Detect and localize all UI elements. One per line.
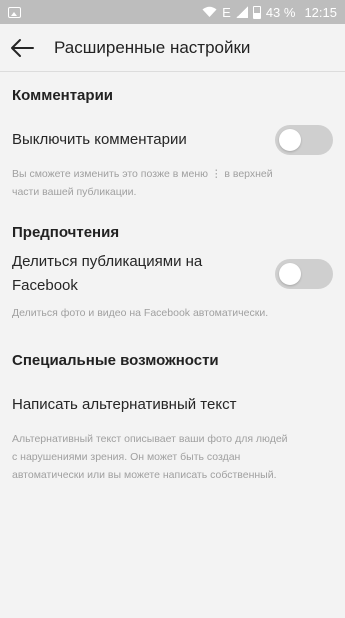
section-heading-preferences: Предпочтения <box>12 224 120 241</box>
row-share-facebook: Делиться публикациями на Facebook <box>0 250 345 298</box>
toggle-knob <box>279 263 301 285</box>
arrow-left-icon <box>11 38 34 57</box>
battery-percent: 43 % <box>265 4 296 20</box>
disable-comments-label: Выключить комментарии <box>12 131 187 148</box>
signal-icon <box>235 6 248 18</box>
row-alt-text[interactable]: Написать альтернативный текст <box>0 393 345 417</box>
status-bar: E 43 % 12:15 <box>0 0 345 24</box>
alt-text-note-line2: с нарушениями зрения. Он может быть созд… <box>12 451 241 463</box>
settings-content: Комментарии Выключить комментарии Вы смо… <box>0 87 345 484</box>
page-title: Расширенные настройки <box>54 37 251 57</box>
battery-icon <box>252 5 261 19</box>
app-bar: Расширенные настройки <box>0 24 345 72</box>
section-heading-comments: Комментарии <box>12 87 114 104</box>
share-facebook-toggle[interactable] <box>275 259 333 289</box>
network-type: E <box>222 4 231 20</box>
toggle-knob <box>279 129 301 151</box>
comments-note: Вы сможете изменить это позже в меню ⋮ в… <box>0 165 345 201</box>
clock: 12:15 <box>304 4 337 20</box>
section-heading-accessibility: Специальные возможности <box>12 352 219 369</box>
comments-note-line1: Вы сможете изменить это позже в меню ⋮ в… <box>12 168 273 180</box>
wifi-icon <box>202 6 217 17</box>
alt-text-note: Альтернативный текст описывает ваши фото… <box>0 430 345 484</box>
image-notification-icon <box>8 6 21 18</box>
row-disable-comments: Выключить комментарии <box>0 125 345 155</box>
share-facebook-label-line1: Делиться публикациями на <box>12 253 203 270</box>
share-facebook-note: Делиться фото и видео на Facebook автома… <box>12 307 269 319</box>
alt-text-label[interactable]: Написать альтернативный текст <box>12 393 236 417</box>
alt-text-note-line1: Альтернативный текст описывает ваши фото… <box>12 433 288 445</box>
comments-note-line2: части вашей публикации. <box>12 186 137 198</box>
disable-comments-toggle[interactable] <box>275 125 333 155</box>
alt-text-note-line3: автоматически или вы можете написать соб… <box>12 469 277 481</box>
share-facebook-label: Делиться публикациями на Facebook <box>12 250 202 298</box>
share-facebook-label-line2: Facebook <box>12 277 78 294</box>
back-button[interactable] <box>0 24 44 72</box>
